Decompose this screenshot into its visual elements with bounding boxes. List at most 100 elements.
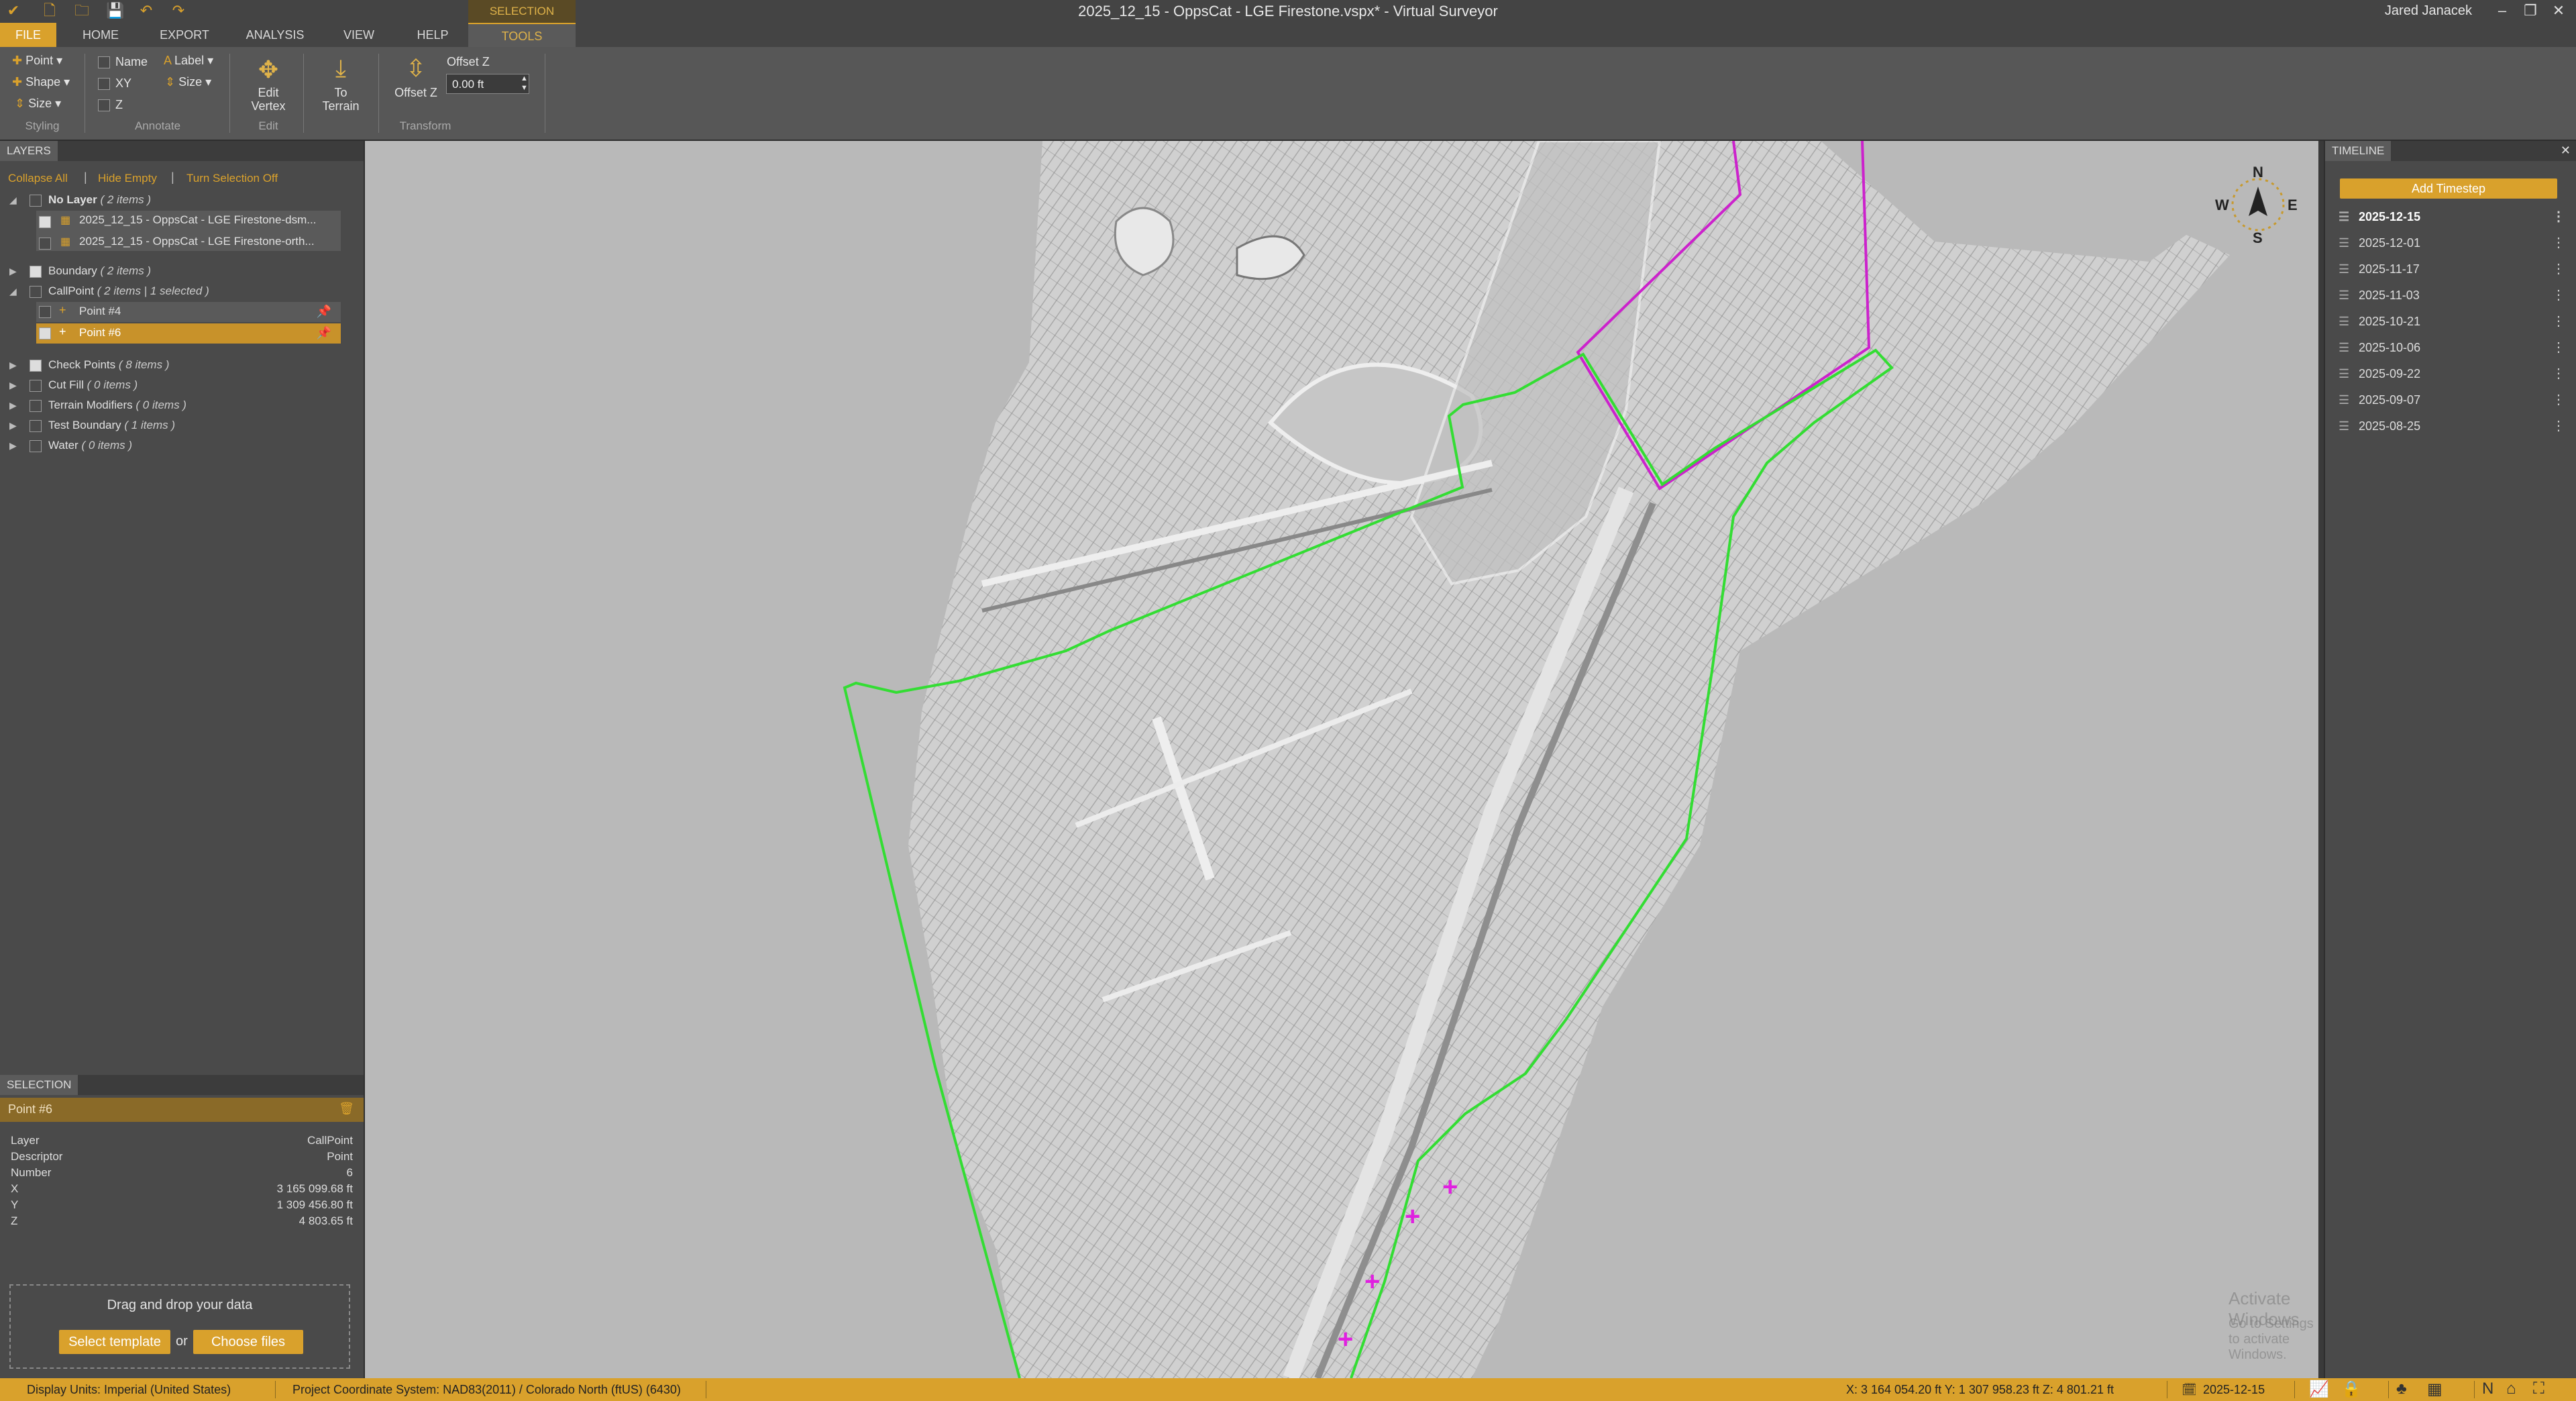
timeline-tab[interactable]: TIMELINE bbox=[2325, 141, 2392, 161]
timestep-row[interactable]: ☰ 2025-11-17 ⋮ bbox=[2325, 256, 2576, 282]
callpoint-marker[interactable]: + bbox=[1364, 1267, 1380, 1296]
layers-tab[interactable]: LAYERS bbox=[0, 141, 58, 161]
offset-z-spinner[interactable]: ▲ ▼ bbox=[521, 74, 528, 93]
timestep-row[interactable]: ☰ 2025-09-22 ⋮ bbox=[2325, 361, 2576, 386]
compass-icon[interactable]: N S E W bbox=[2215, 164, 2298, 246]
tree-item-water[interactable]: Water ( 0 items ) bbox=[48, 436, 132, 455]
more-options-icon[interactable]: ⋮ bbox=[2552, 413, 2565, 439]
timestep-row[interactable]: ☰ 2025-09-07 ⋮ bbox=[2325, 387, 2576, 413]
tab-tools[interactable]: TOOLS bbox=[468, 23, 576, 48]
drop-zone[interactable]: Drag and drop your data Select template … bbox=[9, 1284, 350, 1369]
expand-arrow-icon[interactable]: ▶ bbox=[9, 440, 17, 452]
collapse-all-link[interactable]: Collapse All bbox=[8, 172, 68, 185]
calendar-icon[interactable]: 🗓 bbox=[2182, 1378, 2197, 1401]
collapse-arrow-icon[interactable]: ◢ bbox=[9, 286, 17, 297]
timestep-row[interactable]: ☰ 2025-10-21 ⋮ bbox=[2325, 309, 2576, 334]
tree-item-dsm[interactable]: 2025_12_15 - OppsCat - LGE Firestone-dsm… bbox=[79, 211, 316, 229]
pin-icon[interactable]: 📌 bbox=[317, 305, 331, 319]
layer-checkbox[interactable] bbox=[30, 440, 42, 452]
layer-checkbox[interactable] bbox=[39, 238, 51, 250]
more-options-icon[interactable]: ⋮ bbox=[2552, 361, 2565, 386]
map-viewport[interactable]: + + + + N S E W Activate Windows Go to S… bbox=[365, 141, 2318, 1378]
drag-handle-icon[interactable]: ☰ bbox=[2339, 413, 2349, 439]
tab-file[interactable]: FILE bbox=[0, 23, 56, 47]
label-dropdown[interactable]: A Label ▾ bbox=[164, 54, 213, 68]
expand-arrow-icon[interactable]: ▶ bbox=[9, 380, 17, 391]
more-options-icon[interactable]: ⋮ bbox=[2552, 282, 2565, 308]
delete-icon[interactable]: 🗑 bbox=[339, 1102, 354, 1116]
callpoint-marker[interactable]: + bbox=[1338, 1325, 1353, 1354]
tab-help[interactable]: HELP bbox=[409, 23, 456, 47]
expand-arrow-icon[interactable]: ▶ bbox=[9, 266, 17, 277]
terrain-canvas[interactable]: + + + + N S E W bbox=[365, 141, 2318, 1378]
layer-checkbox[interactable] bbox=[30, 195, 42, 207]
size-style-dropdown[interactable]: ⇕ Size ▾ bbox=[15, 97, 61, 111]
tree-item-no-layer[interactable]: No Layer ( 2 items ) bbox=[48, 191, 151, 209]
more-options-icon[interactable]: ⋮ bbox=[2552, 204, 2565, 229]
select-template-button[interactable]: Select template bbox=[59, 1330, 170, 1354]
offset-z-input[interactable]: 0.00 ft bbox=[446, 74, 529, 94]
expand-arrow-icon[interactable]: ▶ bbox=[9, 420, 17, 431]
home-view-icon[interactable]: ⌂ bbox=[2506, 1380, 2516, 1398]
layer-checkbox[interactable] bbox=[39, 327, 51, 340]
tab-view[interactable]: VIEW bbox=[335, 23, 382, 47]
grid-icon[interactable]: ▦ bbox=[2427, 1380, 2443, 1399]
more-options-icon[interactable]: ⋮ bbox=[2552, 256, 2565, 282]
tab-home[interactable]: HOME bbox=[74, 23, 127, 47]
shape-style-dropdown[interactable]: ✚ Shape ▾ bbox=[12, 75, 70, 89]
tree-item-point-6[interactable]: Point #6 bbox=[79, 323, 121, 342]
expand-arrow-icon[interactable]: ▶ bbox=[9, 360, 17, 371]
timestep-row[interactable]: ☰ 2025-12-15 ⋮ bbox=[2325, 204, 2576, 229]
layer-checkbox[interactable] bbox=[30, 286, 42, 298]
offset-z-icon[interactable]: ⇳ bbox=[401, 54, 431, 83]
drag-handle-icon[interactable]: ☰ bbox=[2339, 204, 2349, 229]
to-terrain-icon[interactable]: ⤓ bbox=[326, 54, 356, 83]
timestep-row[interactable]: ☰ 2025-10-06 ⋮ bbox=[2325, 335, 2576, 360]
point-style-dropdown[interactable]: ✚ Point ▾ bbox=[12, 54, 62, 68]
more-options-icon[interactable]: ⋮ bbox=[2552, 230, 2565, 256]
drag-handle-icon[interactable]: ☰ bbox=[2339, 282, 2349, 308]
tree-icon[interactable]: ♣ bbox=[2396, 1380, 2407, 1398]
edit-vertex-button[interactable]: Edit Vertex bbox=[244, 86, 292, 113]
drag-handle-icon[interactable]: ☰ bbox=[2339, 387, 2349, 413]
tree-item-callpoint[interactable]: CallPoint ( 2 items | 1 selected ) bbox=[48, 282, 209, 301]
drag-handle-icon[interactable]: ☰ bbox=[2339, 230, 2349, 256]
more-options-icon[interactable]: ⋮ bbox=[2552, 335, 2565, 360]
drag-handle-icon[interactable]: ☰ bbox=[2339, 309, 2349, 334]
layer-checkbox[interactable] bbox=[30, 420, 42, 432]
project-crs[interactable]: Project Coordinate System: NAD83(2011) /… bbox=[292, 1378, 681, 1401]
choose-files-button[interactable]: Choose files bbox=[193, 1330, 303, 1354]
close-timeline-icon[interactable]: ✕ bbox=[2561, 144, 2571, 158]
layer-checkbox[interactable] bbox=[39, 216, 51, 228]
annotate-size-dropdown[interactable]: ⇕ Size ▾ bbox=[165, 75, 211, 89]
current-date[interactable]: 2025-12-15 bbox=[2203, 1378, 2265, 1401]
lock-icon[interactable]: 🔒 bbox=[2341, 1380, 2361, 1399]
fullscreen-icon[interactable]: ⛶ bbox=[2533, 1380, 2544, 1398]
user-name[interactable]: Jared Janacek bbox=[2385, 3, 2472, 19]
offset-z-button[interactable]: Offset Z bbox=[392, 86, 440, 99]
pin-icon[interactable]: 📌 bbox=[317, 326, 331, 340]
z-checkbox[interactable] bbox=[98, 99, 110, 111]
layer-checkbox[interactable] bbox=[30, 380, 42, 392]
tree-item-check-points[interactable]: Check Points ( 8 items ) bbox=[48, 356, 169, 374]
tree-item-cut-fill[interactable]: Cut Fill ( 0 items ) bbox=[48, 376, 138, 395]
xy-checkbox[interactable] bbox=[98, 78, 110, 90]
more-options-icon[interactable]: ⋮ bbox=[2552, 309, 2565, 334]
drag-handle-icon[interactable]: ☰ bbox=[2339, 361, 2349, 386]
layer-checkbox[interactable] bbox=[30, 360, 42, 372]
tab-analysis[interactable]: ANALYSIS bbox=[241, 23, 309, 47]
display-units[interactable]: Display Units: Imperial (United States) bbox=[27, 1378, 231, 1401]
minimize-button[interactable]: – bbox=[2489, 1, 2516, 20]
selection-tab[interactable]: SELECTION bbox=[0, 1075, 78, 1095]
drag-handle-icon[interactable]: ☰ bbox=[2339, 335, 2349, 360]
to-terrain-button[interactable]: To Terrain bbox=[315, 86, 366, 113]
timestep-row[interactable]: ☰ 2025-12-01 ⋮ bbox=[2325, 230, 2576, 256]
expand-arrow-icon[interactable]: ▶ bbox=[9, 400, 17, 411]
tree-item-terrain-modifiers[interactable]: Terrain Modifiers ( 0 items ) bbox=[48, 396, 186, 415]
drag-handle-icon[interactable]: ☰ bbox=[2339, 256, 2349, 282]
edit-vertex-icon[interactable]: ✥ bbox=[254, 55, 283, 85]
collapse-arrow-icon[interactable]: ◢ bbox=[9, 195, 17, 206]
callpoint-marker[interactable]: + bbox=[1405, 1202, 1420, 1231]
add-timestep-button[interactable]: Add Timestep bbox=[2340, 178, 2557, 199]
more-options-icon[interactable]: ⋮ bbox=[2552, 387, 2565, 413]
